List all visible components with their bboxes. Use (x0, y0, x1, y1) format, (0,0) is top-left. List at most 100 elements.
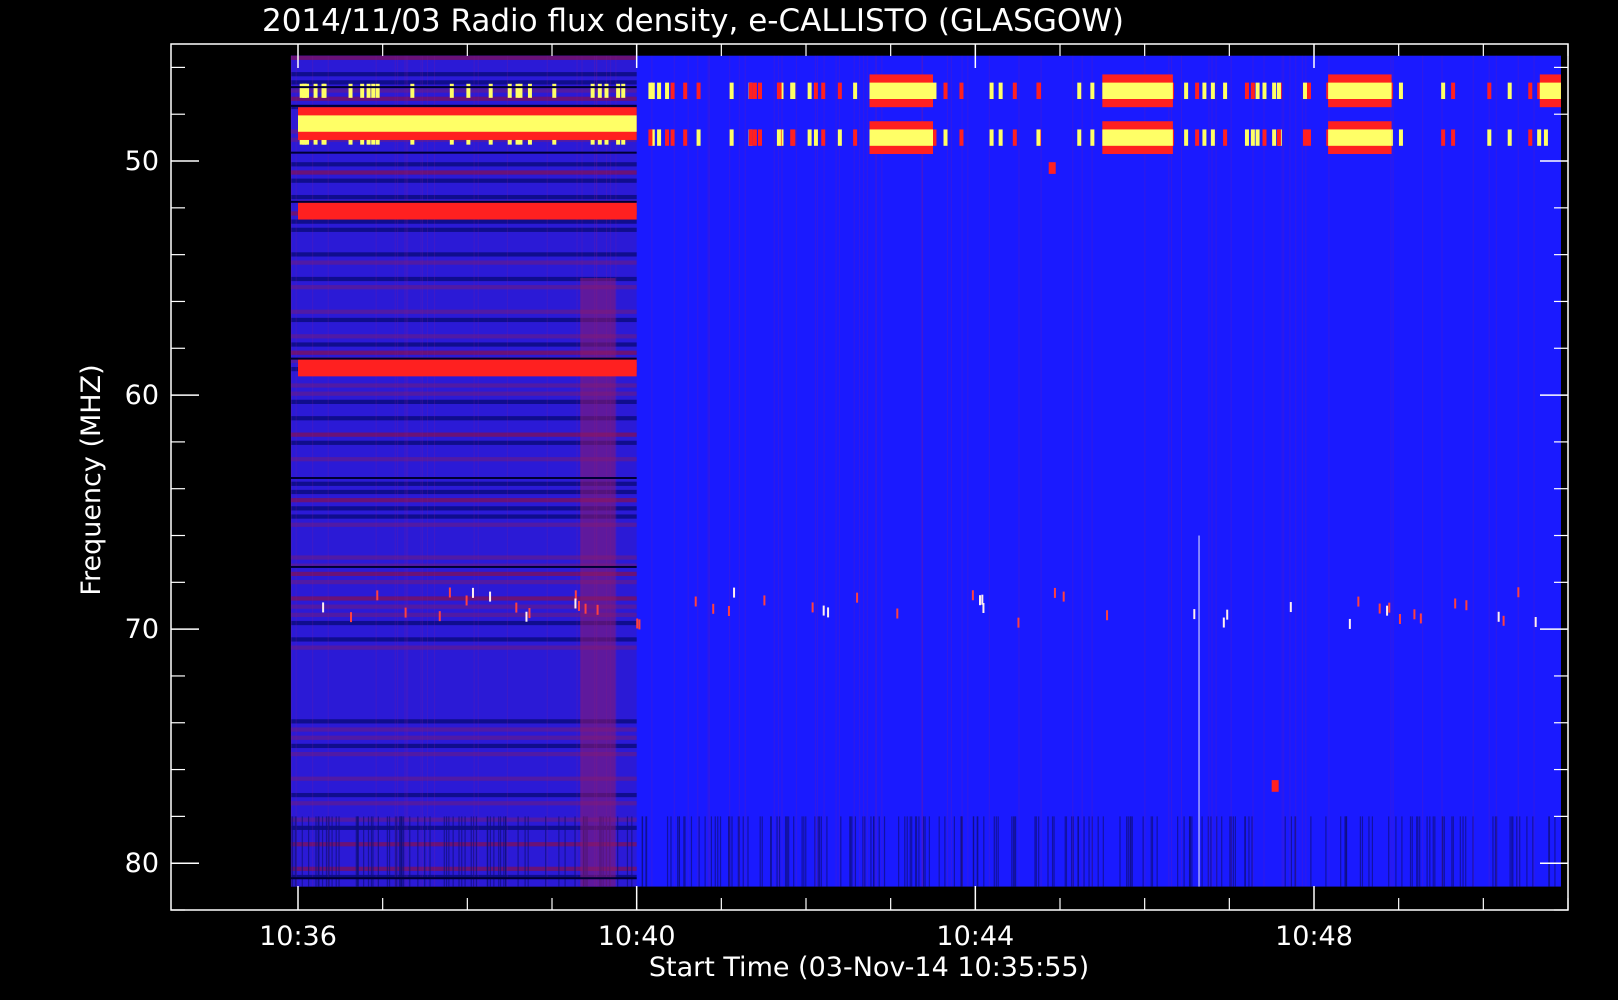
texture-line (870, 816, 872, 887)
burst-spike (837, 82, 842, 100)
x-axis-label: Start Time (03-Nov-14 10:35:55) (649, 952, 1089, 983)
texture-line (355, 816, 357, 887)
texture-line (773, 55, 775, 887)
burst-spike (471, 587, 474, 598)
burst-spike (552, 83, 557, 98)
texture-line (1371, 816, 1374, 887)
texture-line (1126, 816, 1128, 887)
burst-spike (1193, 609, 1196, 620)
texture-line (944, 816, 946, 887)
texture-line (1034, 816, 1036, 887)
x-tick-label: 10:40 (598, 921, 676, 952)
texture-line (1492, 816, 1494, 887)
texture-line (1512, 816, 1514, 887)
burst-spike (1517, 587, 1520, 598)
texture-line (424, 816, 426, 887)
texture-line (372, 816, 374, 887)
texture-line (1171, 55, 1173, 887)
texture-line (1443, 816, 1445, 887)
dark-stripe (290, 477, 637, 479)
texture-line (1395, 816, 1397, 887)
texture-line (859, 55, 861, 887)
burst-spike (811, 602, 814, 613)
texture-line (911, 816, 913, 887)
burst-spike (1451, 82, 1456, 100)
burst-spike (748, 129, 753, 146)
texture-line (1416, 816, 1418, 887)
burst-spike (1398, 129, 1403, 146)
texture-line (878, 816, 880, 887)
texture-line (677, 816, 679, 887)
burst-spike (733, 587, 736, 598)
burst-spike (1184, 129, 1189, 146)
texture-line (960, 816, 962, 887)
texture-line (918, 816, 920, 887)
texture-line (318, 816, 320, 887)
texture-line (1234, 816, 1236, 887)
burst-spike (1276, 129, 1281, 146)
dark-stripe (290, 357, 637, 360)
burst-spike (1528, 129, 1533, 146)
texture-line (1091, 55, 1093, 887)
burst-spike (758, 82, 763, 100)
burst-spike (1487, 129, 1492, 146)
burst-spike (1528, 82, 1533, 100)
texture-line (301, 816, 303, 887)
burst-spike (322, 602, 325, 613)
burst-spike (696, 129, 701, 146)
burst-spike (959, 129, 964, 146)
emission-band (298, 205, 637, 215)
x-tick-label: 10:36 (259, 921, 337, 952)
burst-spike (758, 129, 763, 146)
texture-line (850, 816, 852, 887)
texture-line (729, 55, 731, 887)
texture-line (1301, 55, 1303, 887)
texture-stripe (290, 252, 637, 257)
emission-band (1328, 82, 1392, 100)
texture-line (1035, 816, 1037, 887)
burst-spike (515, 602, 518, 613)
texture-line (470, 816, 472, 887)
texture-line (398, 816, 401, 887)
texture-line (1097, 816, 1099, 887)
texture-line (1388, 816, 1390, 887)
dark-stripe (290, 151, 637, 154)
burst-spike (1077, 129, 1082, 146)
burst-spike (670, 129, 675, 146)
texture-line (1215, 55, 1217, 887)
texture-line (375, 55, 377, 887)
texture-line (434, 55, 436, 887)
texture-line (731, 816, 733, 887)
texture-line (1130, 816, 1132, 887)
burst-spike (1272, 82, 1277, 100)
burst-spike (683, 82, 688, 100)
burst-spike (752, 129, 757, 146)
texture-line (835, 55, 837, 887)
burst-spike (1507, 82, 1512, 100)
emission-band (1102, 82, 1173, 100)
texture-line (719, 816, 722, 887)
burst-spike (527, 83, 532, 98)
burst-spike (528, 608, 531, 619)
texture-line (972, 816, 974, 887)
texture-stripe (290, 194, 637, 200)
burst-spike (410, 83, 415, 98)
texture-line (953, 816, 955, 887)
texture-line (1451, 816, 1453, 887)
texture-line (338, 816, 340, 887)
texture-line (461, 816, 463, 887)
burst-spike (1255, 129, 1260, 146)
texture-line (864, 816, 866, 887)
texture-line (545, 816, 547, 887)
burst-spike (596, 604, 599, 615)
texture-line (1361, 816, 1364, 887)
texture-line (710, 816, 712, 887)
burst-spike (807, 129, 812, 146)
burst-spike (683, 129, 688, 146)
texture-line (1429, 816, 1431, 887)
texture-line (615, 55, 617, 887)
texture-line (1263, 55, 1265, 887)
y-axis-label: Frequency (MHZ) (76, 364, 107, 595)
burst-spike (1357, 596, 1360, 607)
texture-line (1419, 816, 1421, 887)
